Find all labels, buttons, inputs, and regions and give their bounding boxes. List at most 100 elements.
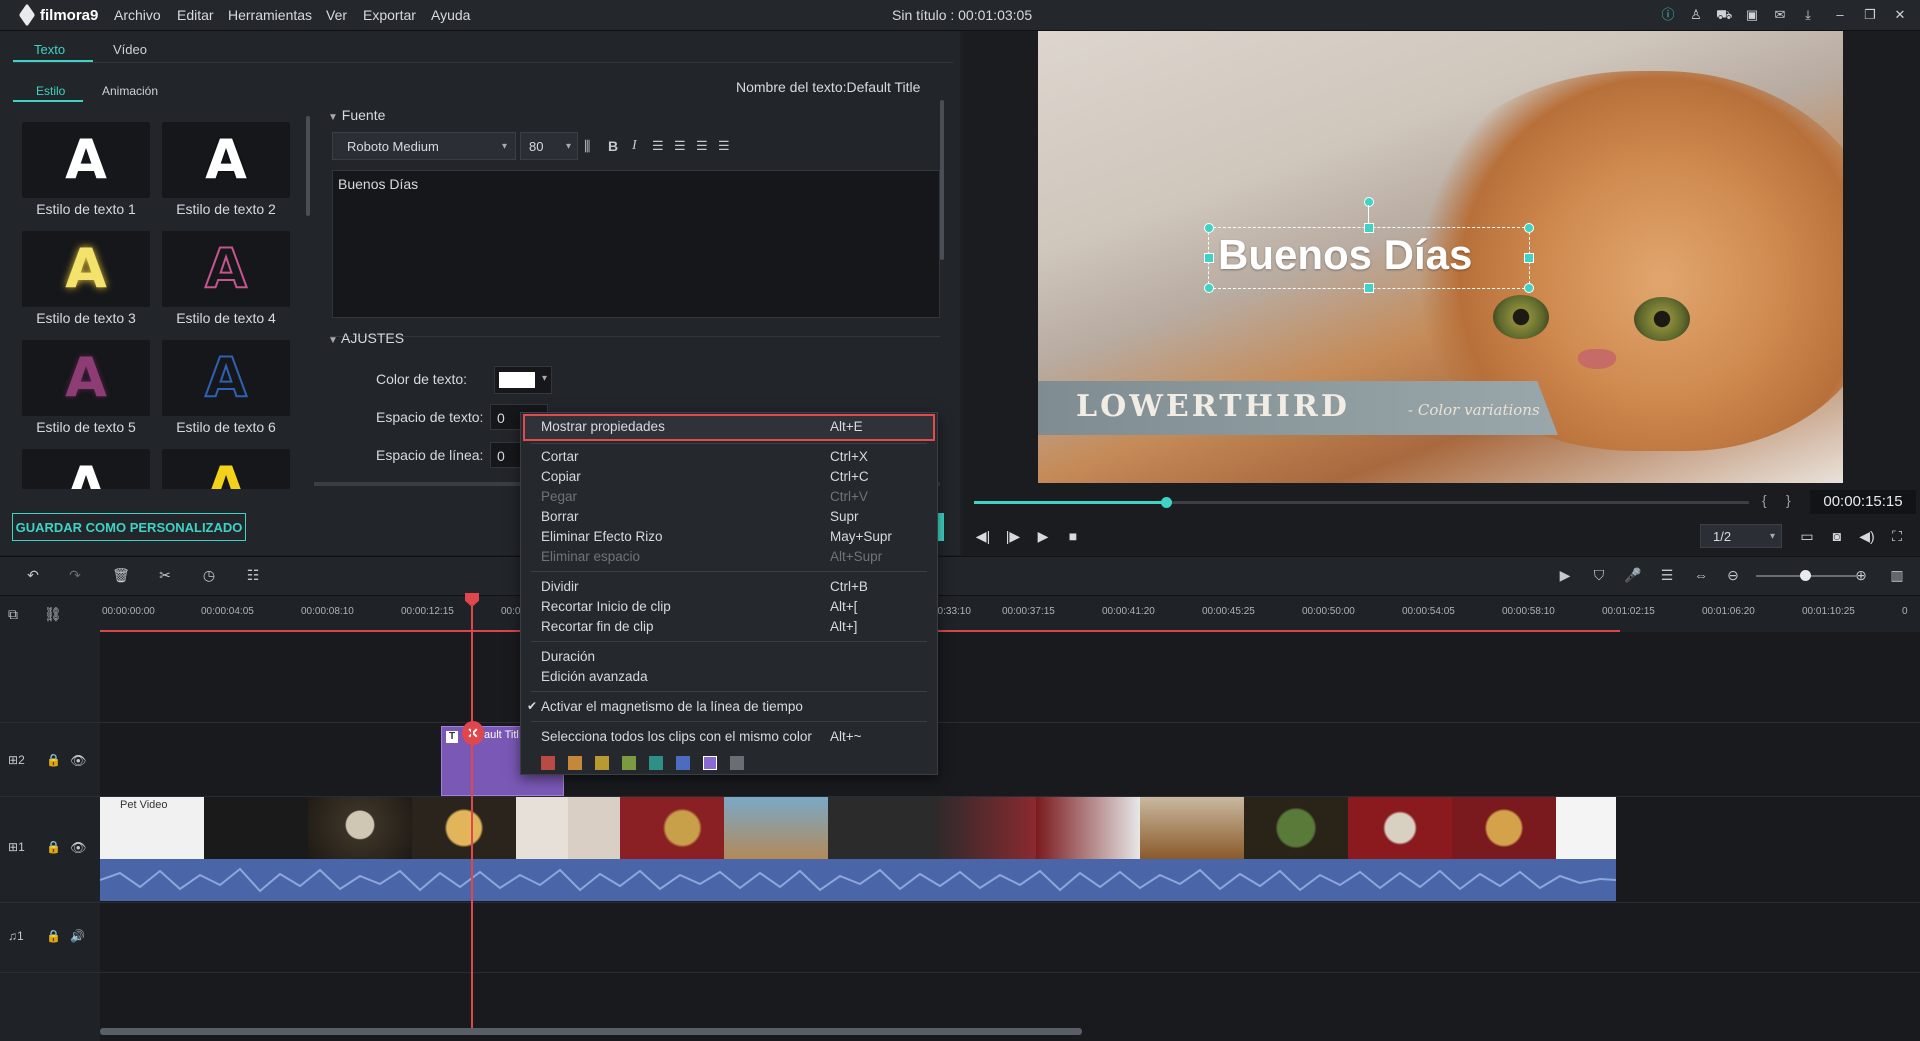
menu-item-recortar-inicio[interactable]: Recortar Inicio de clip [541, 599, 671, 614]
resize-handle[interactable] [1204, 283, 1214, 293]
font-family-select[interactable]: Roboto Medium ▾ [332, 132, 516, 160]
align-left-icon[interactable]: ☰ [652, 138, 664, 154]
display-settings-icon[interactable]: ▭ [1798, 527, 1816, 545]
resize-handle[interactable] [1524, 223, 1534, 233]
italic-icon[interactable]: I [632, 138, 637, 154]
delete-icon[interactable]: 🗑 [112, 566, 130, 584]
resize-handle[interactable] [1364, 283, 1374, 293]
align-justify-icon[interactable]: ☰ [718, 138, 730, 154]
save-as-custom-button[interactable]: GUARDAR COMO PERSONALIZADO [12, 513, 246, 541]
menu-archivo[interactable]: Archivo [114, 7, 161, 23]
color-swatch-blue[interactable] [676, 756, 690, 770]
text-color-picker[interactable]: ▾ [494, 366, 552, 394]
presets-scrollbar[interactable] [306, 116, 310, 216]
fullscreen-icon[interactable]: ⛶ [1888, 527, 1906, 545]
render-preview-icon[interactable]: ▶ [1556, 566, 1574, 584]
redo-icon[interactable]: ↷ [66, 566, 84, 584]
voiceover-icon[interactable]: 🎤 [1624, 566, 1642, 584]
store-icon[interactable]: ▣ [1744, 7, 1760, 23]
subtab-animacion[interactable]: Animación [102, 84, 158, 98]
menu-ver[interactable]: Ver [326, 7, 347, 23]
account-icon[interactable]: ♙ [1688, 7, 1704, 23]
text-style-preset-6[interactable]: A [162, 340, 290, 416]
playback-scrubber[interactable] [1161, 497, 1172, 508]
letter-spacing-icon[interactable]: ⫼ [584, 138, 590, 155]
resize-handle[interactable] [1204, 223, 1214, 233]
rotate-handle[interactable] [1364, 197, 1374, 207]
menu-editar[interactable]: Editar [177, 7, 214, 23]
speaker-icon[interactable]: 🔊 [70, 929, 85, 943]
color-swatch-purple[interactable] [703, 756, 717, 770]
audio-mixer-icon[interactable]: ☰ [1658, 566, 1676, 584]
text-style-preset-2[interactable]: A [162, 122, 290, 198]
tab-texto[interactable]: Texto [34, 42, 65, 57]
menu-item-recortar-fin[interactable]: Recortar fin de clip [541, 619, 654, 634]
menu-item-copiar[interactable]: Copiar [541, 469, 581, 484]
eye-icon[interactable]: 👁 [70, 753, 87, 769]
info-icon[interactable]: ⓘ [1660, 7, 1676, 23]
text-style-preset-1[interactable]: A [22, 122, 150, 198]
speed-icon[interactable]: ◷ [200, 566, 218, 584]
marker-icon[interactable]: ⛉ [1590, 566, 1608, 584]
overlay-title-text[interactable]: Buenos Días [1218, 231, 1472, 279]
ajustes-section-header[interactable]: ▼ AJUSTES [328, 330, 404, 346]
resize-handle[interactable] [1204, 253, 1214, 263]
menu-item-borrar[interactable]: Borrar [541, 509, 579, 524]
play-icon[interactable]: ▶ [1034, 527, 1052, 545]
menu-item-mostrar-propiedades[interactable]: Mostrar propiedades [541, 419, 665, 434]
bold-icon[interactable]: B [608, 138, 618, 154]
cart-icon[interactable]: ⛟ [1716, 7, 1732, 23]
add-track-icon[interactable]: ⧉ [8, 606, 18, 623]
mark-out-icon[interactable]: } [1786, 492, 1791, 508]
zoom-out-icon[interactable]: ⊖ [1724, 566, 1742, 584]
audio-waveform[interactable] [99, 859, 1617, 901]
preview-quality-select[interactable]: 1/2 ▾ [1700, 524, 1782, 548]
menu-item-seleccionar-color[interactable]: Selecciona todos los clips con el mismo … [541, 729, 812, 744]
playhead[interactable] [471, 596, 473, 1028]
color-swatch-orange[interactable] [568, 756, 582, 770]
fuente-section-header[interactable]: ▼ Fuente [328, 107, 385, 123]
text-style-preset-3[interactable]: A [22, 231, 150, 307]
adjust-icon[interactable]: ☷ [244, 566, 262, 584]
color-swatch-green[interactable] [622, 756, 636, 770]
undo-icon[interactable]: ↶ [24, 566, 42, 584]
color-swatch-yellow[interactable] [595, 756, 609, 770]
menu-item-eliminar-efecto-rizo[interactable]: Eliminar Efecto Rizo [541, 529, 663, 544]
eye-icon[interactable]: 👁 [70, 840, 87, 856]
resize-handle[interactable] [1524, 283, 1534, 293]
menu-herramientas[interactable]: Herramientas [228, 7, 312, 23]
text-style-preset-4[interactable]: A [162, 231, 290, 307]
menu-item-dividir[interactable]: Dividir [541, 579, 579, 594]
align-center-icon[interactable]: ☰ [674, 138, 686, 154]
color-swatch-gray[interactable] [730, 756, 744, 770]
menu-item-duracion[interactable]: Duración [541, 649, 595, 664]
menu-item-edicion-avanzada[interactable]: Edición avanzada [541, 669, 648, 684]
color-swatch-red[interactable] [541, 756, 555, 770]
split-screen-icon[interactable]: ⇔ [1692, 566, 1710, 584]
font-size-select[interactable]: 80 ▾ [520, 132, 578, 160]
panel-toggle-icon[interactable]: ▥ [1888, 566, 1906, 584]
resize-handle[interactable] [1364, 223, 1374, 233]
zoom-slider-knob[interactable] [1800, 570, 1811, 581]
mark-in-icon[interactable]: { [1762, 492, 1767, 508]
link-icon[interactable]: ⛓ [44, 606, 62, 623]
text-style-preset-5[interactable]: A [22, 340, 150, 416]
color-swatch-teal[interactable] [649, 756, 663, 770]
minimize-icon[interactable]: – [1832, 7, 1848, 23]
prev-frame-icon[interactable]: ◀| [974, 527, 992, 545]
lock-icon[interactable]: 🔒 [46, 929, 61, 943]
restore-icon[interactable]: ❐ [1862, 7, 1878, 23]
text-style-preset-8[interactable]: A [162, 449, 290, 489]
close-icon[interactable]: ✕ [1892, 7, 1908, 23]
resize-handle[interactable] [1524, 253, 1534, 263]
text-content-input[interactable]: Buenos Días [332, 170, 940, 318]
stop-icon[interactable]: ■ [1064, 527, 1082, 545]
play-frame-icon[interactable]: |▶ [1004, 527, 1022, 545]
properties-scrollbar[interactable] [940, 100, 944, 260]
cut-icon[interactable]: ✂ [156, 566, 174, 584]
timeline-hscrollbar[interactable] [100, 1028, 1082, 1035]
clip-close-icon[interactable]: ✕ [462, 721, 484, 745]
tab-video[interactable]: Vídeo [113, 42, 147, 57]
menu-item-magnetismo[interactable]: Activar el magnetismo de la línea de tie… [541, 699, 803, 714]
lock-icon[interactable]: 🔒 [46, 840, 61, 854]
